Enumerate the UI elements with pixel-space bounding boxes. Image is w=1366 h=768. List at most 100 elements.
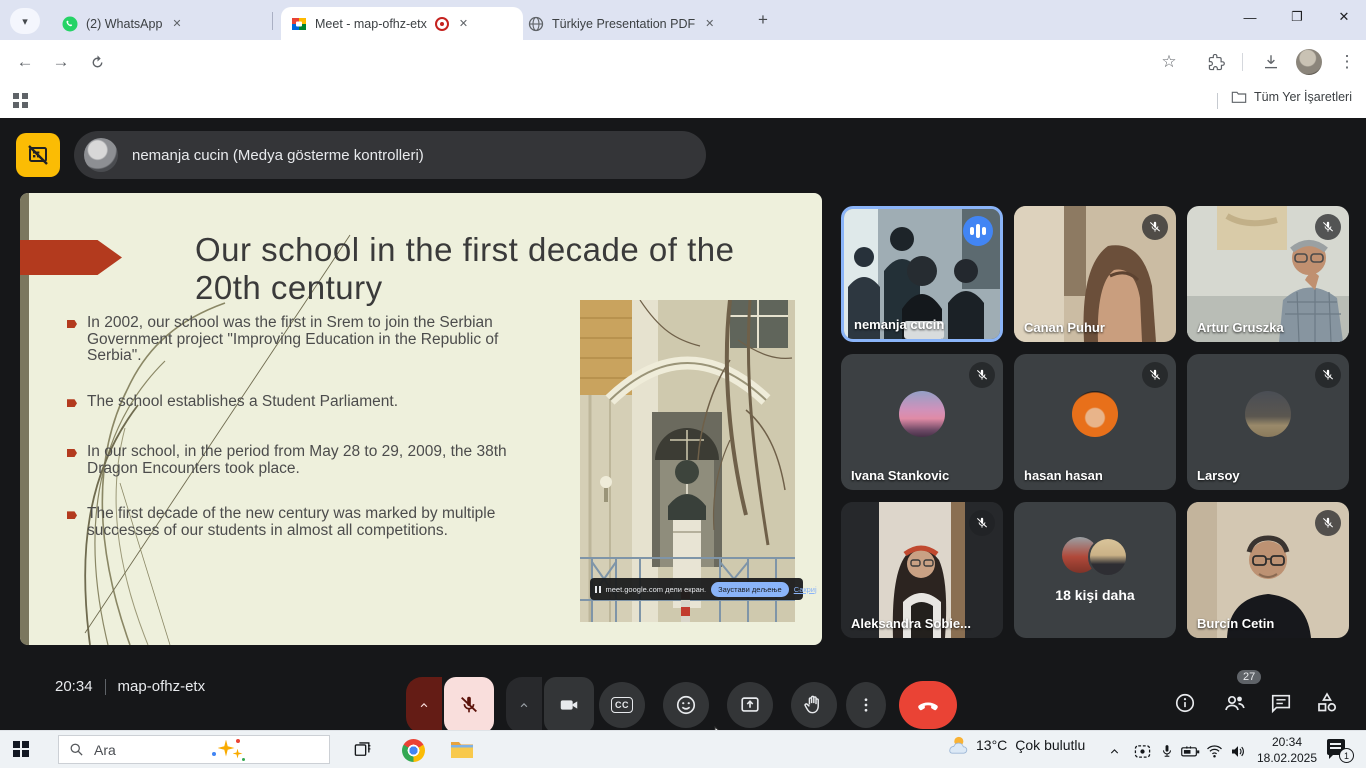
school-building-photo [580,300,795,622]
more-options-button[interactable] [846,682,886,728]
hide-notification-link[interactable]: Сакриј [794,585,817,594]
camera-toggle-button[interactable] [544,677,594,733]
chat-button[interactable] [1268,690,1294,716]
present-screen-button[interactable] [727,682,773,728]
presenter-avatar [84,138,118,172]
more-participants: 18 kişi daha [1014,502,1176,638]
weather-widget[interactable]: 13°C Çok bulutlu [946,735,1085,755]
reload-icon[interactable] [84,49,110,75]
participant-tile-overflow[interactable]: 18 kişi daha [1014,502,1176,638]
whatsapp-icon [62,16,78,32]
activities-icon [1315,691,1339,715]
shared-presentation-slide: Our school in the first decade of the 20… [20,193,822,645]
activities-button[interactable] [1314,690,1340,716]
folder-icon [1231,90,1247,104]
stop-sharing-button[interactable]: Заустави дељење [711,582,789,597]
avatar [1245,391,1291,437]
browser-toolbar: ← → ☆ ⋮ meet.google.com/map-ofhz-etx [0,40,1366,84]
mic-off-icon [1315,510,1341,536]
browser-menu-icon[interactable]: ⋮ [1334,49,1360,75]
reactions-button[interactable] [663,682,709,728]
bookmark-star-icon[interactable]: ☆ [1156,49,1182,75]
meet-icon [291,16,307,32]
meeting-details-button[interactable] [1172,690,1198,716]
avatar [1072,391,1118,437]
people-button[interactable] [1222,690,1248,716]
raise-hand-button[interactable] [791,682,837,728]
participant-grid: nemanja cucin Canan Puhur [841,206,1349,638]
slide-bullet: In our school, in the period from May 28… [67,444,549,477]
notification-count-badge: 1 [1339,748,1354,763]
extensions-icon[interactable] [1203,49,1229,75]
participant-tile-larsoy[interactable]: Larsoy [1187,354,1349,490]
presenter-banner: nemanja cucin (Medya gösterme kontroller… [74,131,706,179]
window-restore-button[interactable]: ❐ [1275,0,1319,34]
tab-close-icon[interactable]: ✕ [703,17,716,30]
taskbar-search[interactable]: Ara [58,735,330,764]
all-bookmarks-button[interactable]: Tüm Yer İşaretleri [1231,90,1352,104]
meeting-code: map-ofhz-etx [118,678,206,695]
camera-options-chevron[interactable] [506,677,542,733]
new-tab-button[interactable]: + [758,10,768,30]
meeting-info: 20:34 map-ofhz-etx [55,678,205,695]
browser-tabstrip: ▾ (2) WhatsApp ✕ Meet - map-ofhz-etx ✕ T… [0,0,1366,40]
back-icon[interactable]: ← [12,49,38,75]
slide-title: Our school in the first decade of the 20… [195,231,740,306]
clock-date: 18.02.2025 [1252,750,1322,766]
task-view-button[interactable] [348,736,376,764]
window-close-button[interactable]: ✕ [1322,0,1366,34]
captions-button[interactable]: CC [599,682,645,728]
mic-options-chevron[interactable] [406,677,442,733]
globe-icon [528,16,544,32]
weather-condition: Çok bulutlu [1015,737,1085,753]
tray-expand-chevron[interactable] [1100,737,1128,765]
presentation-indicator-icon [16,133,60,177]
file-explorer-button[interactable] [448,736,476,764]
participant-tile-ivana-stankovic[interactable]: Ivana Stankovic [841,354,1003,490]
tab-divider [272,12,273,30]
mic-off-icon [1142,362,1168,388]
tab-pdf[interactable]: Türkiye Presentation PDF ✕ [518,7,756,40]
tab-close-icon[interactable]: ✕ [457,17,470,30]
participant-tile-burcin-cetin[interactable]: Burcin Cetin [1187,502,1349,638]
avatar [899,391,945,437]
mic-off-icon [458,694,480,716]
tab-whatsapp[interactable]: (2) WhatsApp ✕ [52,7,282,40]
participant-tile-hasan-hasan[interactable]: hasan hasan [1014,354,1176,490]
chat-icon [1270,692,1292,714]
stacked-avatars [1062,537,1128,577]
tab-close-icon[interactable]: ✕ [170,17,183,30]
meeting-time: 20:34 [55,678,93,695]
tab-meet[interactable]: Meet - map-ofhz-etx ✕ [281,7,523,40]
apps-grid-icon[interactable] [13,93,29,109]
participant-tile-canan-puhur[interactable]: Canan Puhur [1014,206,1176,342]
participant-tile-artur-gruszka[interactable]: Artur Gruszka [1187,206,1349,342]
raise-hand-icon [803,694,825,716]
copilot-sparkle-icon [212,739,320,761]
mic-off-icon [969,362,995,388]
window-minimize-button[interactable]: — [1228,0,1272,34]
participant-tile-aleksandra[interactable]: Aleksandra Sobie... [841,502,1003,638]
forward-icon[interactable]: → [48,49,74,75]
mic-toggle-button[interactable] [444,677,494,733]
camera-icon [558,694,580,716]
mic-off-icon [969,510,995,536]
emoji-icon [675,694,697,716]
chrome-icon [402,739,425,762]
taskbar-clock[interactable]: 20:34 18.02.2025 [1252,734,1322,766]
profile-avatar[interactable] [1296,49,1322,75]
end-call-button[interactable] [899,681,957,729]
tab-search-button[interactable]: ▾ [10,8,40,34]
notification-center-button[interactable]: 1 [1327,739,1349,759]
chrome-taskbar-button[interactable] [399,736,427,764]
downloads-icon[interactable] [1258,49,1284,75]
meet-control-bar: 20:34 map-ofhz-etx CC [0,645,1366,730]
screen-share-notification: meet.google.com дели екран. Заустави дељ… [590,578,803,600]
slide-bullet-list: In 2002, our school was the first in Sre… [67,315,549,569]
start-button[interactable] [13,741,30,758]
participant-tile-nemanja-cucin[interactable]: nemanja cucin [841,206,1003,342]
screen-capture-tray-icon[interactable] [1128,737,1156,765]
volume-tray-icon[interactable] [1224,737,1252,765]
slide-bullet: In 2002, our school was the first in Sre… [67,315,549,365]
desktop-screen: ▾ (2) WhatsApp ✕ Meet - map-ofhz-etx ✕ T… [0,0,1366,768]
